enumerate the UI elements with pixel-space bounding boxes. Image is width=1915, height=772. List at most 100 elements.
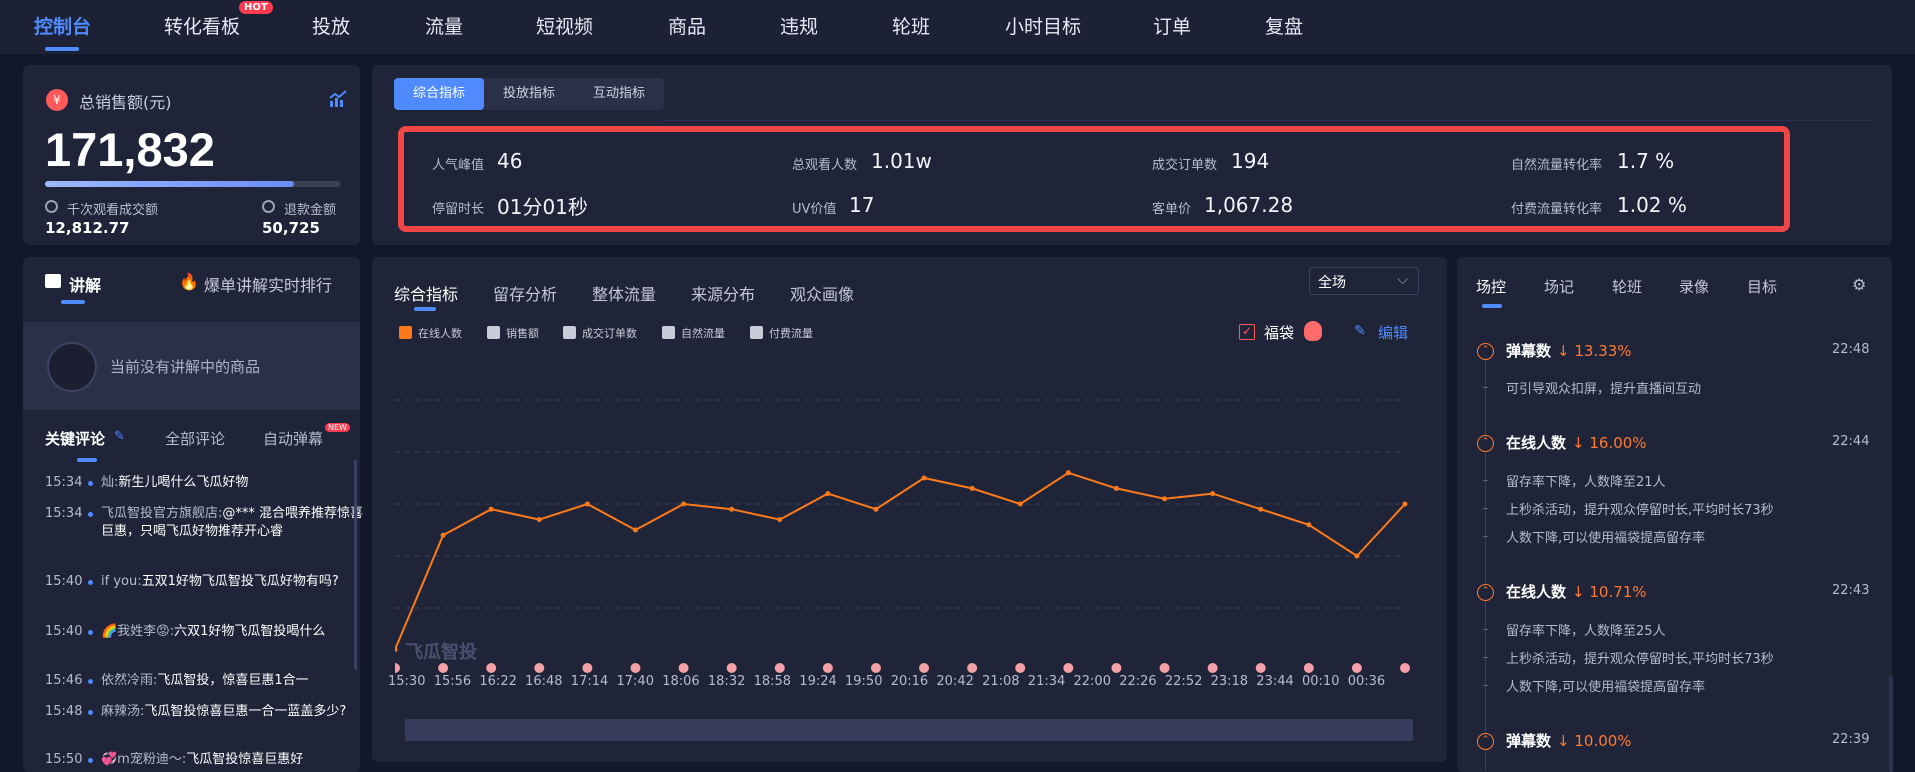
event-marker (630, 663, 641, 673)
nav-item-violations[interactable]: 违规 (780, 12, 818, 39)
event-marker (1207, 663, 1218, 673)
refund-value: 50,725 (262, 219, 320, 237)
comment-tab-underline (77, 458, 97, 462)
tab-retention[interactable]: 留存分析 (493, 281, 557, 305)
tab-interaction-metrics[interactable]: 互动指标 (574, 78, 664, 110)
data-point (1258, 506, 1264, 512)
event-marker (967, 663, 978, 673)
tab-key-comments[interactable]: 关键评论 (45, 428, 105, 449)
metric-value: 46 (497, 149, 523, 173)
legend-sales-box[interactable] (487, 326, 500, 339)
x-tick-label: 16:22 (479, 674, 517, 689)
event-bullet (1483, 536, 1488, 537)
legend-natural-traffic[interactable]: 自然流量 (681, 325, 725, 341)
event-marker (870, 663, 881, 673)
timeline-dot-icon: ⌃ (1477, 584, 1494, 601)
nav-item-orders[interactable]: 订单 (1153, 12, 1191, 39)
tab-source-distribution[interactable]: 来源分布 (691, 281, 755, 305)
event-bullet (1483, 387, 1488, 388)
x-tick-label: 21:08 (982, 674, 1020, 689)
x-tick-label: 00:10 (1302, 674, 1340, 689)
pen-icon[interactable]: ✎ (114, 429, 125, 444)
legend-orders[interactable]: 成交订单数 (582, 325, 637, 341)
timeline-dot-icon: ⌃ (1477, 733, 1494, 750)
legend-online[interactable]: 在线人数 (418, 325, 462, 341)
scope-select[interactable]: 全场 ⌵ (1309, 267, 1419, 295)
fudai-label: 福袋 (1264, 324, 1295, 342)
nav-item-ads[interactable]: 投放 (312, 12, 350, 39)
online-users-chart[interactable] (395, 390, 1425, 680)
tab-chart-comprehensive[interactable]: 综合指标 (394, 281, 458, 305)
metrics-divider (664, 120, 1870, 121)
top-nav: 控制台 转化看板 HOT 投放 流量 短视频 商品 违规 轮班 小时目标 订单 … (0, 0, 1915, 54)
nav-item-short-video[interactable]: 短视频 (536, 12, 593, 39)
edit-icon[interactable]: ✎ (1354, 323, 1366, 339)
tab-audience-profile[interactable]: 观众画像 (790, 281, 854, 305)
chart-range-brush[interactable] (405, 719, 1413, 741)
tab-all-comments[interactable]: 全部评论 (165, 428, 225, 449)
right-panel-scrollbar[interactable] (1889, 676, 1893, 772)
sales-progress-fill (45, 181, 294, 187)
legend-orders-box[interactable] (563, 326, 576, 339)
hot-explain-rank-link[interactable]: 爆单讲解实时排行 (204, 272, 332, 296)
tab-right-shifts[interactable]: 轮班 (1612, 276, 1642, 297)
event-marker (726, 663, 737, 673)
tab-field-control[interactable]: 场控 (1476, 276, 1506, 297)
edit-button[interactable]: 编辑 (1378, 322, 1408, 343)
metric-label: UV价值 (792, 202, 837, 217)
event-marker (1255, 663, 1266, 673)
metric-value: 194 (1231, 149, 1270, 173)
event-marker (395, 663, 400, 673)
tab-field-notes[interactable]: 场记 (1544, 276, 1574, 297)
timeline-dot-icon: ⌃ (1477, 343, 1494, 360)
data-point (969, 485, 975, 491)
nav-item-review[interactable]: 复盘 (1265, 12, 1303, 39)
nav-item-products[interactable]: 商品 (668, 12, 706, 39)
nav-item-conversion-board[interactable]: 转化看板 (164, 12, 240, 39)
metric-value: 1.01w (871, 149, 932, 173)
chat-icon (45, 274, 61, 288)
explain-underline (61, 300, 85, 304)
fudai-checkbox[interactable]: ✓ (1239, 324, 1255, 340)
legend-sales[interactable]: 销售额 (506, 325, 539, 341)
tab-targets[interactable]: 目标 (1747, 276, 1777, 297)
explain-title[interactable]: 讲解 (69, 272, 101, 296)
comments-scrollbar[interactable] (354, 460, 357, 670)
chevron-down-icon: ⌵ (1397, 272, 1408, 288)
nav-item-shifts[interactable]: 轮班 (892, 12, 930, 39)
metric-value: 1.7 % (1617, 149, 1675, 173)
tab-auto-barrage[interactable]: 自动弹幕 (263, 428, 323, 449)
event-marker (1015, 663, 1026, 673)
refund-icon (262, 200, 275, 213)
x-tick-label: 23:18 (1210, 674, 1249, 689)
metric-label: 自然流量转化率 (1511, 158, 1603, 173)
gpm-icon (45, 200, 58, 213)
data-point (1210, 491, 1216, 497)
nav-item-console[interactable]: 控制台 (34, 12, 91, 39)
event-title: 在线人数 ↓ 16.00% (1506, 434, 1647, 452)
legend-natural-box[interactable] (662, 326, 675, 339)
event-bullet (1483, 657, 1488, 658)
data-point (1113, 485, 1119, 491)
legend-paid-traffic[interactable]: 付费流量 (769, 325, 813, 341)
tab-recordings[interactable]: 录像 (1679, 276, 1709, 297)
nav-item-traffic[interactable]: 流量 (425, 12, 463, 39)
event-title: 弹幕数 ↓ 10.00% (1506, 732, 1632, 750)
metric-label: 总观看人数 (792, 158, 858, 173)
event-time: 22:44 (1832, 434, 1870, 449)
data-point (536, 517, 542, 523)
gear-icon[interactable]: ⚙ (1852, 275, 1866, 294)
timeline-line (1485, 350, 1486, 770)
fire-icon: 🔥 (179, 272, 199, 291)
legend-online-box[interactable] (399, 326, 412, 339)
event-marker (1111, 663, 1122, 673)
refund-label: 退款金额 (284, 203, 337, 218)
trend-chart-icon[interactable] (329, 90, 347, 108)
tab-overall-traffic[interactable]: 整体流量 (592, 281, 656, 305)
tab-ad-metrics[interactable]: 投放指标 (484, 78, 574, 110)
nav-item-hour-target[interactable]: 小时目标 (1005, 12, 1081, 39)
legend-paid-box[interactable] (750, 326, 763, 339)
tab-comprehensive-metrics[interactable]: 综合指标 (394, 78, 484, 110)
x-tick-label: 00:36 (1347, 674, 1386, 689)
data-point (584, 501, 590, 507)
